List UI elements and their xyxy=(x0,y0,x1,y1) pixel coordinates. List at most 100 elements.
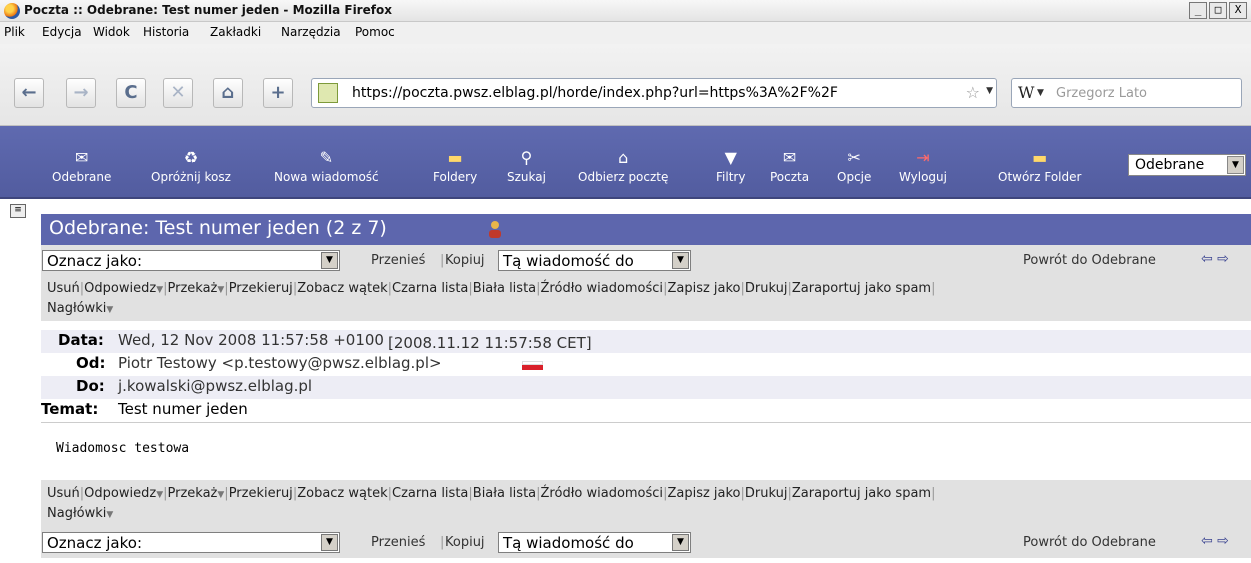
menu-view[interactable]: Widok xyxy=(93,25,130,39)
delete-link[interactable]: Usuń xyxy=(47,281,80,296)
empty-trash-button[interactable]: ♻ Opróżnij kosz xyxy=(151,148,231,184)
logout-button[interactable]: ⇥ Wyloguj xyxy=(899,148,947,184)
divider xyxy=(41,422,1251,423)
minimize-button[interactable]: _ xyxy=(1189,2,1207,19)
report-spam-link[interactable]: Zaraportuj jako spam xyxy=(792,281,931,296)
print-link[interactable]: Drukuj xyxy=(745,486,788,501)
message-source-link[interactable]: Źródło wiadomości xyxy=(541,486,664,501)
close-button[interactable]: X xyxy=(1229,2,1247,19)
copy-link[interactable]: Kopiuj xyxy=(445,535,485,550)
search-button[interactable]: ⚲ Szukaj xyxy=(507,148,546,184)
url-dropdown-icon[interactable]: ▼ xyxy=(986,86,993,96)
mail-button[interactable]: ✉ Poczta xyxy=(770,148,809,184)
title-bar: Poczta :: Odebrane: Test numer jeden - M… xyxy=(0,0,1251,22)
forward-link[interactable]: Przekaż xyxy=(168,486,218,501)
forward-arrow-icon[interactable]: → xyxy=(66,78,96,108)
inbox-button[interactable]: ✉ Odebrane xyxy=(52,148,111,184)
subject-row: Temat: Test numer jeden xyxy=(0,399,1251,422)
chevron-down-icon[interactable]: ▼ xyxy=(672,534,689,551)
open-folder-button[interactable]: ▬ Otwórz Folder xyxy=(998,148,1081,184)
prev-next-arrows-icon[interactable]: ⇦ ⇨ xyxy=(1201,533,1229,549)
date-label: Data: xyxy=(58,331,104,349)
horde-toolbar: ✉ Odebrane ♻ Opróżnij kosz ✎ Nowa wiadomość… xyxy=(0,126,1251,199)
message-body: Wiadomosc testowa xyxy=(56,441,190,456)
reload-icon[interactable]: C xyxy=(116,78,146,108)
chevron-down-icon[interactable]: ▼ xyxy=(106,510,113,520)
target-folder-select[interactable]: Tą wiadomość do ▼ xyxy=(498,250,691,271)
folder-icon: ▬ xyxy=(1032,148,1048,167)
filter-icon: ▼ xyxy=(724,148,737,167)
view-thread-link[interactable]: Zobacz wątek xyxy=(297,486,387,501)
chevron-down-icon[interactable]: ▼ xyxy=(321,252,338,269)
move-link[interactable]: Przenieś xyxy=(371,253,425,268)
fetch-mail-button[interactable]: ⌂ Odbierz pocztę xyxy=(578,148,668,184)
redirect-link[interactable]: Przekieruj xyxy=(229,281,293,296)
save-as-link[interactable]: Zapisz jako xyxy=(667,486,740,501)
chevron-down-icon[interactable]: ▼ xyxy=(672,252,689,269)
wikipedia-engine-icon[interactable]: W xyxy=(1018,83,1034,102)
prev-next-arrows-icon[interactable]: ⇦ ⇨ xyxy=(1201,251,1229,267)
new-message-button[interactable]: ✎ Nowa wiadomość xyxy=(274,148,379,184)
menu-bar: Plik Edycja Widok Historia Zakładki Narz… xyxy=(0,22,1251,44)
top-controls-bar: Oznacz jako: ▼ Przenieś | Kopiuj Tą wiad… xyxy=(41,245,1251,275)
chevron-down-icon[interactable]: ▼ xyxy=(106,305,113,315)
sidebar-toggle-icon[interactable]: ≡ xyxy=(10,204,26,218)
trash-icon: ♻ xyxy=(183,148,199,167)
blacklist-link[interactable]: Czarna lista xyxy=(392,281,468,296)
site-favicon-icon xyxy=(318,83,338,103)
menu-edit[interactable]: Edycja xyxy=(42,25,82,39)
menu-history[interactable]: Historia xyxy=(143,25,189,39)
options-button[interactable]: ✂ Opcje xyxy=(837,148,871,184)
back-arrow-icon[interactable]: ← xyxy=(14,78,44,108)
move-link[interactable]: Przenieś xyxy=(371,535,425,550)
folder-select[interactable]: Odebrane ▼ xyxy=(1128,154,1246,176)
filters-button[interactable]: ▼ Filtry xyxy=(716,148,745,184)
from-value[interactable]: Piotr Testowy <p.testowy@pwsz.elblag.pl> xyxy=(118,354,442,372)
whitelist-link[interactable]: Biała lista xyxy=(473,486,536,501)
copy-link[interactable]: Kopiuj xyxy=(445,253,485,268)
back-to-inbox-link[interactable]: Powrót do Odebrane xyxy=(1023,535,1156,550)
new-tab-plus-icon[interactable]: + xyxy=(263,78,293,108)
folders-button[interactable]: ▬ Foldery xyxy=(433,148,477,184)
to-value[interactable]: j.kowalski@pwsz.elblag.pl xyxy=(118,377,312,395)
delete-link[interactable]: Usuń xyxy=(47,486,80,501)
url-text[interactable]: https://poczta.pwsz.elblag.pl/horde/inde… xyxy=(352,85,838,101)
bottom-controls-bar: Oznacz jako: ▼ Przenieś | Kopiuj Tą wiad… xyxy=(41,526,1251,558)
message-source-link[interactable]: Źródło wiadomości xyxy=(541,281,664,296)
view-thread-link[interactable]: Zobacz wątek xyxy=(297,281,387,296)
mark-as-select[interactable]: Oznacz jako: ▼ xyxy=(42,250,340,271)
headers-toggle-link[interactable]: Nagłówki xyxy=(47,506,106,521)
menu-bookmarks[interactable]: Zakładki xyxy=(210,25,261,39)
mark-as-select[interactable]: Oznacz jako: ▼ xyxy=(42,532,340,553)
address-bar[interactable]: https://poczta.pwsz.elblag.pl/horde/inde… xyxy=(311,78,997,108)
save-as-link[interactable]: Zapisz jako xyxy=(667,281,740,296)
engine-dropdown-icon[interactable]: ▼ xyxy=(1037,88,1044,98)
maximize-button[interactable]: □ xyxy=(1209,2,1227,19)
target-folder-select[interactable]: Tą wiadomość do ▼ xyxy=(498,532,691,553)
menu-file[interactable]: Plik xyxy=(4,25,25,39)
menu-help[interactable]: Pomoc xyxy=(355,25,395,39)
bookmark-star-icon[interactable]: ☆ xyxy=(966,83,980,102)
search-bar[interactable]: W ▼ Grzegorz Lato xyxy=(1011,78,1242,108)
chevron-down-icon[interactable]: ▼ xyxy=(1227,156,1244,174)
logout-door-icon: ⇥ xyxy=(916,148,930,167)
reply-link[interactable]: Odpowiedz xyxy=(84,486,156,501)
whitelist-link[interactable]: Biała lista xyxy=(473,281,536,296)
mailbox-icon: ⌂ xyxy=(618,148,629,167)
forward-link[interactable]: Przekaż xyxy=(168,281,218,296)
home-icon[interactable]: ⌂ xyxy=(213,78,243,108)
print-link[interactable]: Drukuj xyxy=(745,281,788,296)
back-to-inbox-link[interactable]: Powrót do Odebrane xyxy=(1023,253,1156,268)
report-spam-link[interactable]: Zaraportuj jako spam xyxy=(792,486,931,501)
menu-tools[interactable]: Narzędzia xyxy=(281,25,341,39)
reply-link[interactable]: Odpowiedz xyxy=(84,281,156,296)
chevron-down-icon[interactable]: ▼ xyxy=(321,534,338,551)
to-row: Do: j.kowalski@pwsz.elblag.pl xyxy=(41,376,1251,399)
search-input[interactable]: Grzegorz Lato xyxy=(1056,86,1147,101)
subject-label: Temat: xyxy=(41,400,99,418)
compose-icon: ✎ xyxy=(319,148,334,167)
headers-toggle-link[interactable]: Nagłówki xyxy=(47,301,106,316)
stop-icon[interactable]: ✕ xyxy=(163,78,193,108)
blacklist-link[interactable]: Czarna lista xyxy=(392,486,468,501)
redirect-link[interactable]: Przekieruj xyxy=(229,486,293,501)
